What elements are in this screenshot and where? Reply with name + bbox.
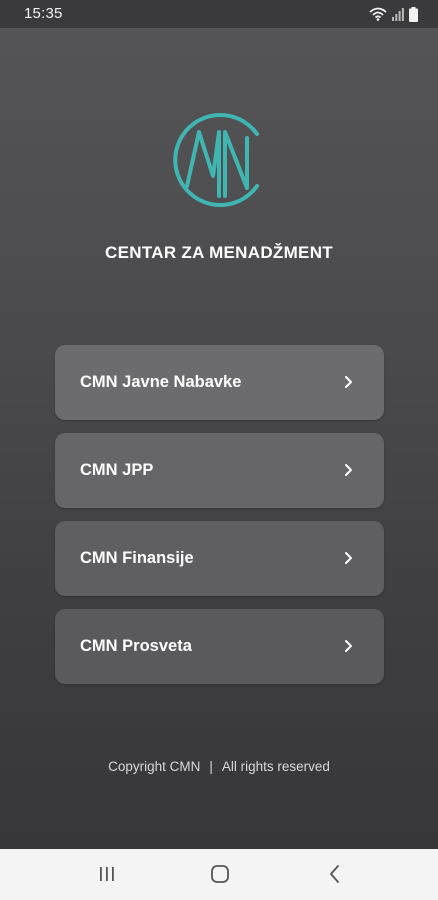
app-screen: 15:35 CENTAR ZA MENADŽMENT CMN Javne Nab…	[0, 0, 438, 900]
chevron-right-icon	[344, 463, 354, 477]
menu-item-label: CMN Javne Nabavke	[80, 373, 242, 391]
back-icon[interactable]	[322, 862, 348, 886]
copyright-text: Copyright CMN	[108, 759, 201, 774]
menu-item-jpp[interactable]: CMN JPP	[55, 433, 384, 508]
system-nav-bar	[0, 849, 438, 900]
status-bar: 15:35	[0, 0, 438, 28]
chevron-right-icon	[344, 551, 354, 565]
menu-item-label: CMN Prosveta	[80, 637, 192, 655]
app-title: CENTAR ZA MENADŽMENT	[105, 243, 333, 262]
chevron-right-icon	[344, 639, 354, 653]
menu-item-prosveta[interactable]: CMN Prosveta	[55, 609, 384, 684]
status-icons	[369, 6, 418, 22]
wifi-icon	[369, 7, 387, 21]
chevron-right-icon	[344, 375, 354, 389]
menu-item-javne-nabavke[interactable]: CMN Javne Nabavke	[55, 345, 384, 420]
menu-list: CMN Javne Nabavke CMN JPP CMN Finansije …	[55, 345, 384, 697]
recents-icon[interactable]	[94, 862, 120, 886]
status-time: 15:35	[24, 5, 63, 22]
footer: Copyright CMN | All rights reserved	[0, 759, 438, 774]
menu-item-label: CMN JPP	[80, 461, 154, 479]
footer-separator: |	[209, 759, 213, 774]
rights-text: All rights reserved	[221, 759, 330, 774]
home-icon[interactable]	[207, 862, 233, 886]
signal-icon	[392, 7, 404, 21]
menu-item-label: CMN Finansije	[80, 549, 194, 567]
battery-icon	[409, 6, 418, 22]
menu-item-finansije[interactable]: CMN Finansije	[55, 521, 384, 596]
cmn-logo	[169, 108, 269, 212]
